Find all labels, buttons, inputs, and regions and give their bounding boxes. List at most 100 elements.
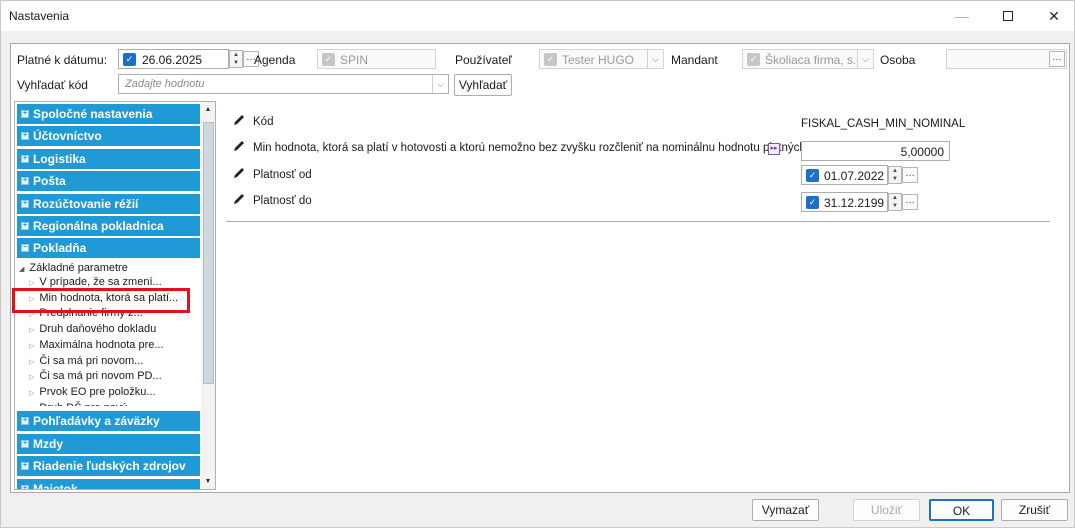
date-field[interactable]: ✓ 26.06.2025	[118, 49, 229, 69]
settings-window: Nastavenia — ✕ Platné k dátumu: ✓ 26.06.…	[0, 0, 1075, 528]
valid-to-checkbox[interactable]: ✓	[806, 196, 819, 209]
scroll-down-icon[interactable]: ▼	[201, 474, 215, 489]
valid-from-field[interactable]: ✓ 01.07.2022	[801, 165, 888, 185]
sidebar-section[interactable]: + Majetok	[17, 478, 200, 490]
sidebar-section[interactable]: + Mzdy	[17, 433, 200, 454]
dialog-content: Platné k dátumu: ✓ 26.06.2025 ▲ ▼ … Agend…	[10, 43, 1070, 493]
valid-to-picker-button[interactable]: …	[902, 194, 918, 210]
date-value: 26.06.2025	[142, 53, 203, 67]
user-label: Používateľ	[455, 53, 512, 67]
tree-item[interactable]: ▷ Maximálna hodnota pre...	[29, 339, 164, 351]
agenda-value: SPIN	[340, 53, 369, 67]
chevron-down-icon: ⌵	[857, 50, 873, 68]
sidebar-section-label: Regionálna pokladnica	[33, 219, 164, 233]
mandant-select[interactable]: ✓ Školiaca firma, s.r.o ⌵	[742, 49, 874, 69]
close-button[interactable]: ✕	[1031, 1, 1075, 31]
divider	[226, 221, 1050, 222]
agenda-select[interactable]: ✓ SPIN	[317, 49, 436, 69]
mandant-value: Školiaca firma, s.r.o	[765, 53, 855, 67]
tree-item-label: Prvok EO pre položku...	[39, 385, 156, 398]
min-value: 5,00000	[900, 145, 944, 159]
expand-icon[interactable]: +	[21, 439, 29, 448]
valid-to-field[interactable]: ✓ 31.12.2199	[801, 192, 888, 212]
expand-arrow-icon: ◢	[19, 266, 25, 273]
expand-icon[interactable]: +	[21, 222, 29, 230]
collapse-icon[interactable]: −	[21, 244, 29, 253]
tree-leaf-icon: ▷	[29, 374, 35, 382]
min-value-input[interactable]: 5,00000	[801, 141, 950, 161]
sidebar-section-label: Pokladňa	[33, 241, 87, 256]
tree-leaf-icon: ▷	[29, 358, 35, 366]
sidebar-section[interactable]: + Riadenie ľudských zdrojov	[17, 456, 200, 476]
date-spinner[interactable]: ▲ ▼	[229, 50, 243, 68]
tree-item[interactable]: ▷ Či sa má pri novom...	[29, 355, 143, 367]
search-button[interactable]: Vyhľadať	[454, 74, 512, 96]
tree-item[interactable]: ▷ Prvok EO pre položku...	[29, 386, 156, 398]
search-input[interactable]: Zadajte hodnotu ⌵	[118, 74, 449, 94]
cancel-button[interactable]: Zrušiť	[1001, 499, 1068, 521]
valid-from-spinner[interactable]: ▲ ▼	[888, 166, 902, 184]
sidebar-section-label: Logistika	[33, 151, 86, 166]
tree-item[interactable]: ▷Druh DŠ pre nový...	[29, 402, 136, 406]
expand-icon[interactable]: +	[21, 462, 29, 470]
sidebar-section[interactable]: + Regionálna pokladnica	[17, 216, 200, 236]
user-checkbox[interactable]: ✓	[544, 53, 557, 66]
mandant-checkbox[interactable]: ✓	[747, 53, 760, 66]
edit-pencil-icon[interactable]	[232, 139, 246, 153]
tree-item-label: V prípade, že sa zmení...	[39, 276, 162, 288]
expand-icon[interactable]: +	[21, 132, 29, 141]
save-button[interactable]: Uložiť	[853, 499, 920, 521]
date-checkbox[interactable]: ✓	[123, 53, 136, 66]
minimize-icon: —	[955, 8, 969, 24]
user-value: Tester HUGO	[562, 53, 635, 67]
tree-item[interactable]: ▷ V prípade, že sa zmení...	[29, 276, 162, 288]
tree-leaf-icon: ▷	[29, 389, 35, 397]
min-value-label: Min hodnota, ktorá sa platí v hotovosti …	[253, 142, 819, 154]
sidebar-section-label: Účtovníctvo	[33, 129, 102, 144]
expand-icon[interactable]: +	[21, 177, 29, 186]
expand-icon[interactable]: +	[21, 417, 29, 425]
person-picker-button[interactable]: …	[1049, 51, 1065, 67]
expand-icon[interactable]: +	[21, 484, 29, 489]
agenda-checkbox[interactable]: ✓	[322, 53, 335, 66]
scroll-up-icon[interactable]: ▲	[201, 102, 215, 118]
selection-highlight	[12, 288, 190, 313]
sidebar-section[interactable]: + Rozúčtovanie réžií	[17, 193, 200, 214]
sidebar-section[interactable]: + Spoločné nastavenia	[17, 104, 200, 124]
expand-icon[interactable]: +	[21, 199, 29, 208]
edit-pencil-icon[interactable]	[232, 113, 246, 127]
settings-tree: ◢ Základné parametre ▷ V prípade, že sa zm…	[19, 260, 197, 406]
sidebar-section[interactable]: + Pošta	[17, 171, 200, 192]
ok-button[interactable]: OK	[929, 499, 994, 521]
code-label: Kód	[253, 116, 274, 128]
expand-text-icon[interactable]: ▸▸	[768, 143, 780, 155]
close-icon: ✕	[1048, 7, 1060, 24]
clear-button[interactable]: Vymazať	[752, 499, 819, 521]
tree-item[interactable]: ▷ Či sa má pri novom PD...	[29, 370, 162, 382]
valid-from-picker-button[interactable]: …	[902, 167, 918, 183]
valid-from-value: 01.07.2022	[824, 169, 885, 183]
expand-icon[interactable]: +	[21, 110, 29, 118]
tree-root-item[interactable]: ◢ Základné parametre	[19, 262, 128, 274]
sidebar-section[interactable]: + Pohľadávky a záväzky	[17, 411, 200, 431]
valid-to-spinner[interactable]: ▲ ▼	[888, 193, 902, 211]
sidebar-section[interactable]: + Logistika	[17, 148, 200, 169]
chevron-down-icon: ⌵	[647, 50, 663, 68]
valid-from-label: Platnosť od	[253, 169, 312, 181]
valid-to-label: Platnosť do	[253, 195, 312, 207]
maximize-button[interactable]	[985, 1, 1031, 31]
expand-icon[interactable]: +	[21, 154, 29, 163]
sidebar-section[interactable]: − Pokladňa	[17, 238, 200, 259]
scroll-thumb[interactable]	[203, 122, 214, 384]
sidebar-scrollbar[interactable]: ▲ ▼	[201, 102, 215, 489]
minimize-button[interactable]: —	[939, 1, 985, 31]
sidebar-section-label: Majetok	[33, 481, 78, 490]
sidebar-section[interactable]: + Účtovníctvo	[17, 126, 200, 147]
tree-item[interactable]: ▷ Druh daňového dokladu	[29, 323, 156, 335]
person-field[interactable]: …	[946, 49, 1067, 69]
tree-item-label: Či sa má pri novom...	[39, 354, 144, 367]
edit-pencil-icon[interactable]	[232, 192, 246, 206]
user-select[interactable]: ✓ Tester HUGO ⌵	[539, 49, 664, 69]
edit-pencil-icon[interactable]	[232, 166, 246, 180]
valid-from-checkbox[interactable]: ✓	[806, 169, 819, 182]
